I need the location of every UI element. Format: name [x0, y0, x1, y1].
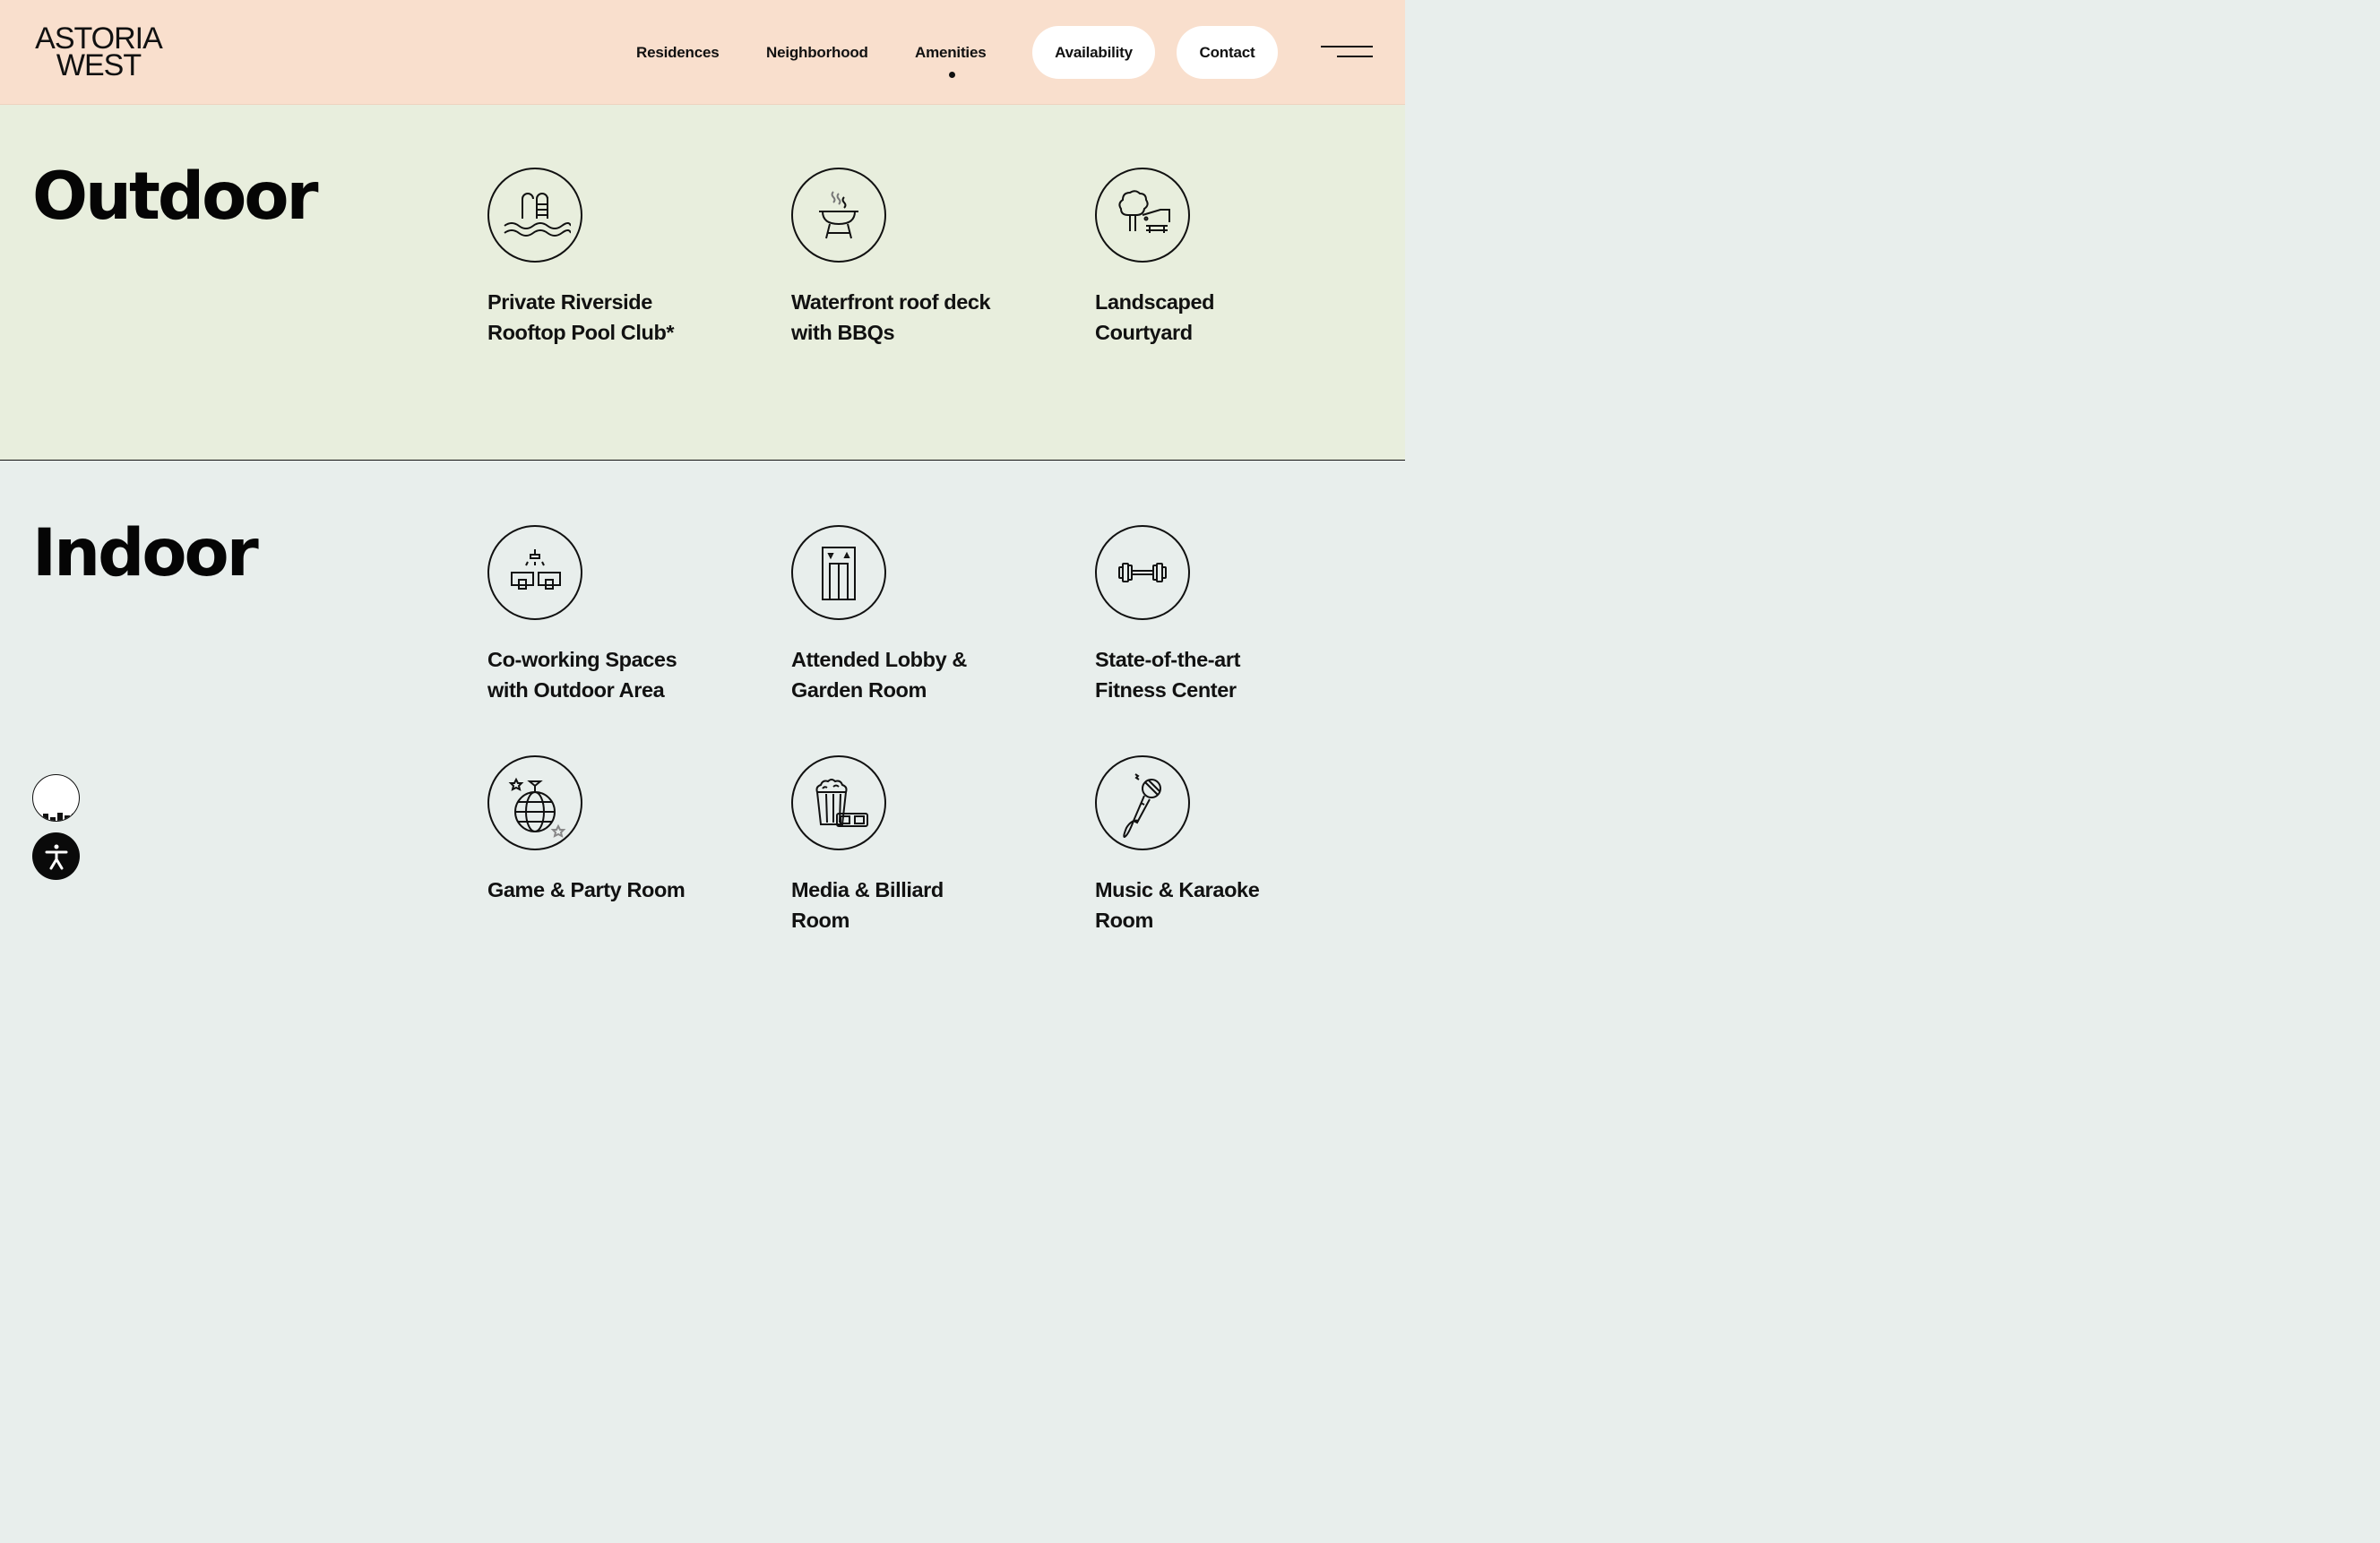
dumbbell-icon: [1095, 525, 1190, 620]
indoor-section: Indoor Co-working Spaces with Outdoor Ar…: [0, 461, 1405, 932]
disco-ball-icon: [487, 755, 582, 850]
indoor-title: Indoor: [32, 515, 259, 591]
amenity-game-party: Game & Party Room: [487, 755, 703, 905]
amenity-label: Co-working Spaces with Outdoor Area: [487, 648, 677, 702]
amenity-media-billiard: Media & Billiard Room: [791, 755, 1006, 935]
site-header: ASTORIA WEST Residences Neighborhood Ame…: [0, 0, 1405, 105]
logo-line-2: WEST: [56, 48, 142, 82]
tree-bench-icon: [1095, 168, 1190, 263]
amenity-fitness: State-of-the-art Fitness Center: [1095, 525, 1310, 705]
amenity-label: Game & Party Room: [487, 878, 686, 901]
hamburger-menu-icon[interactable]: [1317, 39, 1376, 66]
amenity-label: Waterfront roof deck with BBQs: [791, 290, 991, 344]
accessibility-person-icon[interactable]: [32, 832, 80, 880]
amenity-coworking: Co-working Spaces with Outdoor Area: [487, 525, 703, 705]
amenity-label: Private Riverside Rooftop Pool Club*: [487, 290, 675, 344]
outdoor-title: Outdoor: [32, 159, 318, 235]
amenity-lobby: Attended Lobby & Garden Room: [791, 525, 1006, 705]
popcorn-3d-glasses-icon: [791, 755, 886, 850]
amenity-label: Attended Lobby & Garden Room: [791, 648, 967, 702]
amenity-label: Music & Karaoke Room: [1095, 878, 1260, 932]
astoria-west-logo[interactable]: ASTORIA WEST: [32, 23, 165, 82]
bbq-grill-icon: [791, 168, 886, 263]
elevator-door-icon: [791, 525, 886, 620]
active-nav-indicator: [949, 72, 955, 78]
amenity-label: Media & Billiard Room: [791, 878, 944, 932]
availability-button[interactable]: Availability: [1032, 26, 1155, 79]
coworking-desks-icon: [487, 525, 582, 620]
amenity-pool: Private Riverside Rooftop Pool Club*: [487, 168, 703, 348]
microphone-icon: [1095, 755, 1190, 850]
amenity-courtyard: Landscaped Courtyard: [1095, 168, 1310, 348]
audio-level-icon[interactable]: [32, 774, 80, 822]
pool-ladder-icon: [487, 168, 582, 263]
outdoor-section: Outdoor Private Riverside Rooftop Pool C…: [0, 105, 1405, 461]
nav-residences[interactable]: Residences: [636, 44, 720, 62]
nav-amenities[interactable]: Amenities: [915, 44, 987, 62]
amenity-bbq: Waterfront roof deck with BBQs: [791, 168, 1006, 348]
amenity-music-karaoke: Music & Karaoke Room: [1095, 755, 1310, 935]
amenity-label: Landscaped Courtyard: [1095, 290, 1215, 344]
contact-button[interactable]: Contact: [1177, 26, 1278, 79]
amenity-label: State-of-the-art Fitness Center: [1095, 648, 1241, 702]
nav-neighborhood[interactable]: Neighborhood: [766, 44, 868, 62]
